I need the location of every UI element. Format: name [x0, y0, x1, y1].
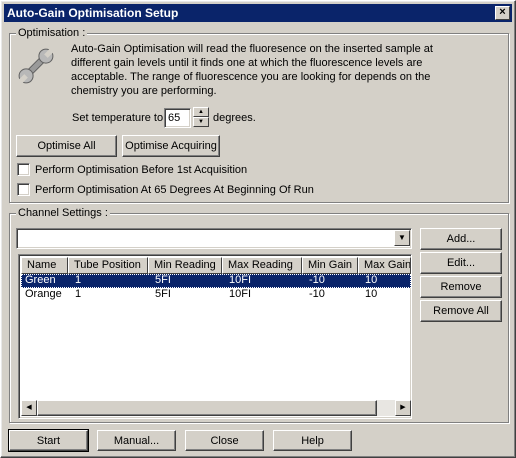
- channel-settings-group: Channel Settings : ▼ Name Tube Position …: [9, 207, 509, 423]
- chevron-down-icon[interactable]: ▼: [394, 230, 410, 246]
- description-line: acceptable. The range of fluorescence yo…: [71, 71, 431, 83]
- column-header-min-gain[interactable]: Min Gain: [302, 257, 358, 274]
- cell-min-gain: -10: [309, 274, 325, 286]
- manual-button[interactable]: Manual...: [97, 430, 176, 451]
- optimise-all-button[interactable]: Optimise All: [16, 135, 117, 157]
- column-header-max-gain[interactable]: Max Gain: [358, 257, 411, 274]
- spin-up-button[interactable]: ▲: [193, 107, 209, 117]
- cell-tube-position: 1: [75, 288, 82, 300]
- description-line: different gain levels until it finds one…: [71, 57, 423, 69]
- optimisation-group-label: Optimisation :: [16, 27, 88, 40]
- table-row[interactable]: Green 1 5FI 10FI -10 10: [21, 274, 411, 288]
- scroll-left-icon[interactable]: ◀: [21, 400, 37, 416]
- table-row[interactable]: Orange 1 5FI 10FI -10 10: [21, 288, 411, 302]
- channel-list[interactable]: Name Tube Position Min Reading Max Readi…: [18, 254, 412, 419]
- cell-min-reading: 5FI: [155, 274, 171, 286]
- cell-max-reading: 10FI: [229, 288, 252, 300]
- remove-button[interactable]: Remove: [420, 276, 502, 298]
- edit-button[interactable]: Edit...: [420, 252, 502, 274]
- auto-gain-dialog: Auto-Gain Optimisation Setup × Optimisat…: [0, 0, 516, 458]
- wrench-icon: [16, 46, 56, 86]
- column-header-max-reading[interactable]: Max Reading: [222, 257, 302, 274]
- column-header-min-reading[interactable]: Min Reading: [148, 257, 222, 274]
- optimise-at-65-label: Perform Optimisation At 65 Degrees At Be…: [35, 184, 314, 196]
- cell-min-gain: -10: [309, 288, 325, 300]
- optimise-before-first-label: Perform Optimisation Before 1st Acquisit…: [35, 164, 248, 176]
- optimisation-group: Optimisation : Auto-Gain Optimisation wi…: [9, 27, 509, 203]
- scrollbar-thumb[interactable]: [37, 400, 377, 416]
- close-icon[interactable]: ×: [495, 6, 510, 20]
- cell-max-gain: 10: [365, 288, 378, 300]
- scroll-right-icon[interactable]: ▶: [395, 400, 411, 416]
- column-header-name[interactable]: Name: [21, 257, 68, 274]
- channel-combo[interactable]: ▼: [16, 228, 412, 249]
- temperature-input[interactable]: 65: [164, 108, 191, 128]
- spin-down-button[interactable]: ▼: [193, 117, 209, 127]
- cell-min-reading: 5FI: [155, 288, 171, 300]
- cell-max-reading: 10FI: [229, 274, 252, 286]
- cell-name: Orange: [25, 288, 62, 300]
- optimisation-description: Auto-Gain Optimisation will read the flu…: [71, 42, 501, 98]
- add-button[interactable]: Add...: [420, 228, 502, 250]
- temperature-unit: degrees.: [213, 112, 256, 124]
- close-button[interactable]: Close: [185, 430, 264, 451]
- cell-max-gain: 10: [365, 274, 378, 286]
- description-line: chemistry you are performing.: [71, 85, 217, 97]
- cell-name: Green: [25, 274, 56, 286]
- remove-all-button[interactable]: Remove All: [420, 300, 502, 322]
- column-header-tube-position[interactable]: Tube Position: [68, 257, 148, 274]
- start-button[interactable]: Start: [8, 429, 89, 452]
- temperature-label: Set temperature to: [72, 112, 164, 124]
- optimise-before-first-checkbox[interactable]: [17, 163, 30, 176]
- description-line: Auto-Gain Optimisation will read the flu…: [71, 43, 433, 55]
- help-button[interactable]: Help: [273, 430, 352, 451]
- horizontal-scrollbar[interactable]: ◀ ▶: [21, 400, 411, 416]
- optimise-acquiring-button[interactable]: Optimise Acquiring: [122, 135, 220, 157]
- window-title: Auto-Gain Optimisation Setup: [7, 6, 179, 20]
- optimise-at-65-checkbox[interactable]: [17, 183, 30, 196]
- channel-settings-group-label: Channel Settings :: [16, 207, 110, 220]
- cell-tube-position: 1: [75, 274, 82, 286]
- title-bar: Auto-Gain Optimisation Setup ×: [4, 4, 512, 22]
- temperature-value: 65: [168, 112, 181, 124]
